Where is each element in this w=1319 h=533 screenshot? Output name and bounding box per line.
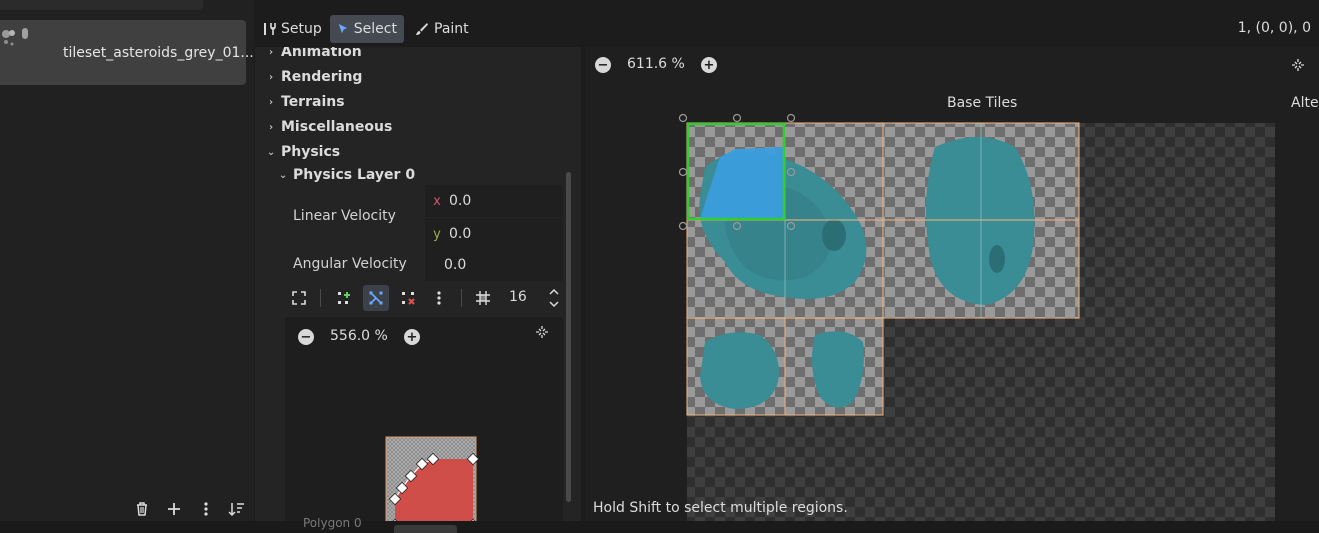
polygon-preview xyxy=(385,436,480,521)
atlas-canvas[interactable] xyxy=(585,47,1319,521)
polygon-0-partial-label: Polygon 0 xyxy=(303,518,362,530)
polygon-editor-toolbar: 16 xyxy=(285,281,563,313)
grid-size-spinner[interactable] xyxy=(547,285,561,311)
section-terrains[interactable]: › Terrains xyxy=(267,92,345,112)
setup-mode-button[interactable]: Setup xyxy=(255,15,329,43)
select-label: Select xyxy=(353,21,397,37)
more-options-icon[interactable] xyxy=(426,285,452,311)
asteroid-small-1 xyxy=(700,332,779,409)
linear-velocity-x-field[interactable]: x 0.0 xyxy=(425,185,563,217)
chevron-right-icon: › xyxy=(268,71,274,83)
setup-label: Setup xyxy=(281,21,322,37)
section-rendering[interactable]: › Rendering xyxy=(267,67,363,87)
angular-velocity-label: Angular Velocity xyxy=(293,256,407,272)
select-mode-button[interactable]: Select xyxy=(330,15,404,43)
section-miscellaneous[interactable]: › Miscellaneous xyxy=(267,117,392,137)
polygon-zoom-level: 556.0 % xyxy=(330,328,388,344)
zoom-in-icon[interactable]: + xyxy=(404,329,420,345)
coords-readout: 1, (0, 0), 0 xyxy=(1237,20,1311,36)
expand-editor-icon[interactable] xyxy=(286,285,312,311)
chevron-down-icon: ⌄ xyxy=(266,146,276,158)
grid-size-value[interactable]: 16 xyxy=(509,289,527,305)
grid-snap-icon[interactable] xyxy=(470,285,496,311)
toolbar-separator xyxy=(320,289,321,307)
polygon-editor-canvas[interactable]: − 556.0 % + xyxy=(285,317,563,521)
trash-icon[interactable] xyxy=(132,498,152,520)
more-vertical-icon[interactable] xyxy=(196,498,216,520)
tile-atlas-view[interactable]: − 611.6 % + Base Tiles Alte Hold Shift t… xyxy=(585,47,1319,521)
bottom-panel-tab[interactable] xyxy=(394,525,457,533)
chevron-right-icon: › xyxy=(268,96,274,108)
angular-velocity-field[interactable]: 0.0 xyxy=(425,249,563,281)
brush-icon xyxy=(416,23,428,35)
linear-velocity-y-field[interactable]: y 0.0 xyxy=(425,218,563,250)
pointer-icon xyxy=(338,23,348,34)
chevron-down-icon: ⌄ xyxy=(278,169,288,181)
add-point-icon[interactable] xyxy=(331,285,357,311)
asteroid-tall xyxy=(926,137,1035,305)
tileset-thumbnail-icon xyxy=(2,28,28,46)
delete-point-icon[interactable] xyxy=(395,285,421,311)
setup-tools-icon xyxy=(264,23,276,35)
bottom-strip xyxy=(0,521,1319,533)
chevron-right-icon: › xyxy=(268,47,274,58)
paint-label: Paint xyxy=(434,21,469,37)
edit-points-icon[interactable] xyxy=(363,285,389,311)
atlas-status-text: Hold Shift to select multiple regions. xyxy=(593,500,848,516)
add-icon[interactable] xyxy=(164,498,184,520)
zoom-out-icon[interactable]: − xyxy=(298,329,314,345)
tile-inspector: › Animation › Rendering › Terrains › Mis… xyxy=(255,47,581,521)
inspector-scrollbar[interactable] xyxy=(566,172,571,502)
center-view-icon[interactable] xyxy=(535,325,549,339)
paint-mode-button[interactable]: Paint xyxy=(408,15,476,43)
section-animation[interactable]: › Animation xyxy=(267,47,362,62)
panel-header-strip xyxy=(0,0,203,10)
section-physics-layer-0[interactable]: ⌄ Physics Layer 0 xyxy=(279,165,415,185)
toolbar-separator xyxy=(461,289,462,307)
linear-velocity-label: Linear Velocity xyxy=(293,208,396,224)
chevron-right-icon: › xyxy=(268,121,274,133)
sort-icon[interactable] xyxy=(227,498,247,520)
tileset-name: tileset_asteroids_grey_01.... xyxy=(63,45,259,61)
section-physics[interactable]: ⌄ Physics xyxy=(267,142,340,162)
